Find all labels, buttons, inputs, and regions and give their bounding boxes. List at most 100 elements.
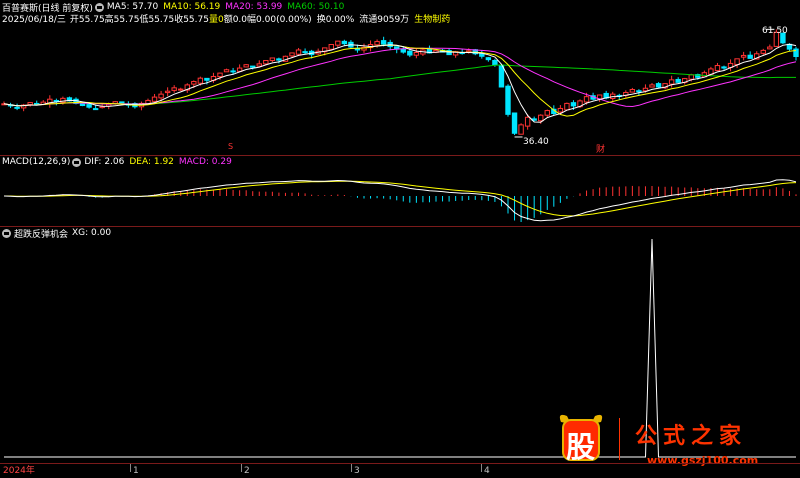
candle-body bbox=[335, 40, 341, 46]
candles-group bbox=[1, 29, 799, 135]
candle-body bbox=[740, 54, 747, 58]
candle-body bbox=[655, 83, 662, 88]
xg-value-label: XG: 0.00 bbox=[72, 228, 112, 238]
candle-body bbox=[158, 93, 164, 99]
dif-label: DIF: 2.06 bbox=[84, 157, 125, 167]
tick-mark-1 bbox=[130, 464, 131, 472]
candle-body bbox=[27, 102, 33, 106]
candle-body bbox=[518, 124, 524, 135]
candle-body bbox=[793, 48, 799, 57]
candle-body bbox=[747, 54, 753, 59]
low-price-marker: 36.40 bbox=[523, 137, 549, 147]
price-panel[interactable]: 百普赛斯(日线 前复权) MA5: 57.70 MA10: 56.19 MA20… bbox=[0, 0, 800, 155]
candle-body bbox=[505, 85, 511, 115]
finance-tag[interactable]: 财 bbox=[596, 142, 605, 155]
candle-body bbox=[250, 65, 256, 68]
candle-body bbox=[92, 108, 99, 111]
macd-histogram bbox=[10, 185, 797, 222]
candle-body bbox=[171, 87, 177, 91]
xg-gear-icon[interactable] bbox=[2, 228, 11, 238]
xg-title: 超跌反弹机会 bbox=[14, 229, 69, 240]
candle-body bbox=[400, 48, 406, 53]
candle-body bbox=[479, 53, 485, 57]
xg-header: 超跌反弹机会 XG: 0.00 bbox=[0, 227, 112, 240]
candle-body bbox=[256, 63, 262, 67]
macd-value-label: MACD: 0.29 bbox=[178, 157, 232, 167]
candle-body bbox=[302, 51, 308, 54]
candle-body bbox=[178, 88, 184, 91]
candle-body bbox=[164, 90, 171, 94]
candle-body bbox=[276, 58, 282, 61]
candle-body bbox=[485, 57, 492, 61]
ma60-label: MA60: 50.10 bbox=[287, 2, 345, 12]
industry-label: 生物制药 bbox=[414, 14, 451, 25]
macd-gear-icon[interactable] bbox=[72, 157, 82, 167]
candle-body bbox=[413, 52, 420, 56]
candle-body bbox=[86, 104, 92, 108]
candle-body bbox=[498, 64, 505, 88]
candle-body bbox=[230, 70, 236, 73]
time-tick-4: 4 bbox=[484, 466, 490, 476]
close-label: 收55.75 bbox=[174, 14, 209, 25]
time-axis: 2024年 1 2 3 4 bbox=[0, 463, 800, 478]
macd-title: MACD(12,26,9) bbox=[2, 157, 71, 167]
settings-gear-icon[interactable] bbox=[94, 2, 104, 12]
time-tick-3: 3 bbox=[354, 466, 360, 476]
ma5-line bbox=[3, 43, 797, 123]
candle-body bbox=[295, 49, 302, 55]
candle-body bbox=[263, 59, 269, 65]
macd-panel[interactable]: MACD(12,26,9) DIF: 2.06 DEA: 1.92 MACD: … bbox=[0, 156, 800, 226]
candle-body bbox=[197, 77, 204, 84]
ma60-line bbox=[3, 64, 796, 107]
dea-label: DEA: 1.92 bbox=[129, 157, 174, 167]
candle-body bbox=[538, 114, 544, 122]
watermark-divider-icon bbox=[619, 418, 620, 460]
event-tag[interactable]: S bbox=[228, 142, 233, 151]
volume-label: 量0 bbox=[208, 14, 224, 25]
ma5-label: MA5: 57.70 bbox=[106, 2, 159, 12]
candle-body bbox=[243, 64, 249, 68]
candle-body bbox=[492, 59, 498, 66]
candle-body bbox=[524, 116, 531, 127]
candle-body bbox=[511, 112, 518, 134]
macd-header: MACD(12,26,9) DIF: 2.06 DEA: 1.92 MACD: … bbox=[0, 156, 232, 168]
dif-line bbox=[3, 179, 797, 222]
candle-body bbox=[629, 89, 636, 93]
candle-body bbox=[151, 96, 158, 102]
candle-body bbox=[328, 44, 334, 50]
candle-body bbox=[570, 102, 577, 107]
tick-mark-3 bbox=[351, 464, 352, 472]
high-price-marker: 61.50 bbox=[762, 26, 788, 36]
watermark: 股 公式之家 www.gszj100.com bbox=[555, 412, 795, 470]
low-label: 低55.75 bbox=[139, 14, 175, 25]
time-tick-year: 2024年 bbox=[3, 466, 35, 476]
candle-body bbox=[767, 46, 773, 50]
candle-body bbox=[668, 79, 675, 85]
time-tick-2: 2 bbox=[244, 466, 250, 476]
candle-body bbox=[675, 78, 681, 83]
candle-body bbox=[688, 74, 694, 80]
candle-body bbox=[380, 40, 387, 45]
candle-body bbox=[14, 106, 20, 109]
high-label: 高55.75 bbox=[104, 14, 140, 25]
candle-body bbox=[760, 49, 766, 54]
date-label: 2025/06/18/三 bbox=[2, 14, 66, 25]
candle-body bbox=[721, 66, 727, 69]
candle-body bbox=[223, 69, 230, 73]
time-tick-1: 1 bbox=[133, 466, 139, 476]
candle-body bbox=[217, 72, 223, 78]
open-label: 开55.75 bbox=[69, 14, 105, 25]
watermark-title: 公式之家 bbox=[635, 423, 748, 449]
change-label: 幅0.00(0.00%) bbox=[247, 14, 312, 25]
header-row-2: 2025/06/18/三 开55.75 高55.75 低55.75 收55.75… bbox=[2, 12, 451, 25]
float-shares-label: 流通9059万 bbox=[359, 14, 410, 25]
candle-body bbox=[636, 90, 642, 93]
candle-body bbox=[341, 40, 348, 45]
watermark-big-char: 股 bbox=[566, 430, 596, 464]
ma10-label: MA10: 56.19 bbox=[163, 2, 221, 12]
candle-body bbox=[734, 58, 740, 66]
candle-body bbox=[649, 84, 655, 88]
candle-body bbox=[407, 50, 413, 56]
candle-body bbox=[289, 52, 295, 57]
candle-body bbox=[714, 65, 721, 72]
